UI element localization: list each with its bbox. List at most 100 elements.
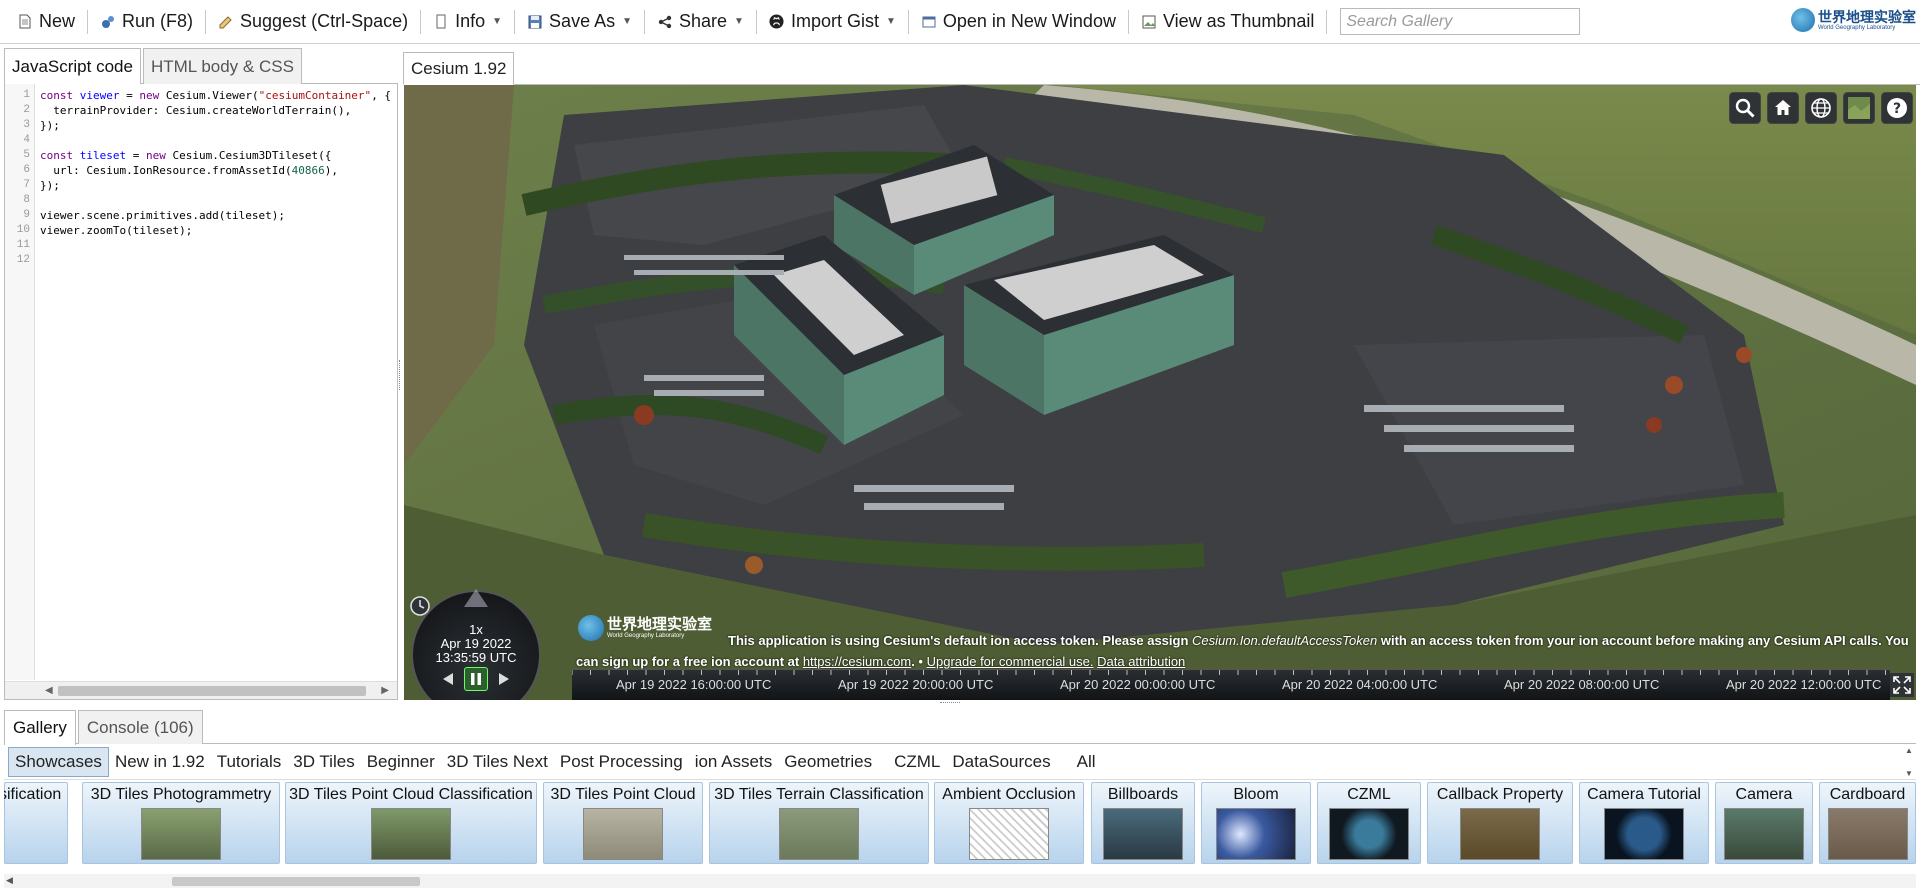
card-title: Callback Property [1436,786,1564,803]
filter-tutorials[interactable]: Tutorials [211,747,288,777]
filter-showcases[interactable]: Showcases [8,746,109,777]
gallery-card[interactable]: Camera Tutorial [1579,782,1709,864]
save-as-button[interactable]: Save As ▼ [518,7,641,37]
gallery-card[interactable]: Ambient Occlusion [934,782,1084,864]
view-as-thumbnail-button[interactable]: View as Thumbnail [1132,7,1323,37]
scroll-right-icon[interactable]: ▶ [381,685,389,696]
tab-console[interactable]: Console (106) [77,710,203,744]
home-button[interactable] [1767,92,1799,124]
gallery-card[interactable]: 3D Tiles Point Cloud [543,782,703,864]
filter-beginner[interactable]: Beginner [361,747,441,777]
line-number: 10 [16,224,30,236]
cesium-link[interactable]: https://cesium.com [803,654,911,669]
clock-icon[interactable] [409,595,431,617]
scroll-down-icon[interactable]: ▼ [1905,769,1913,778]
globe-logo-icon [1791,8,1815,32]
card-title: Camera Tutorial [1587,786,1701,803]
base-layer-picker-button[interactable] [1843,92,1875,124]
tab-javascript-code[interactable]: JavaScript code [4,48,141,85]
help-button[interactable]: ? [1881,92,1913,124]
suggest-icon [218,13,234,31]
filter-ion-assets[interactable]: ion Assets [689,747,779,777]
gallery-card[interactable]: sification [4,782,68,864]
line-number: 2 [23,104,30,116]
new-button[interactable]: New [8,7,84,37]
filter-all[interactable]: All [1071,747,1102,777]
gallery-card[interactable]: Callback Property [1427,782,1573,864]
import-gist-button[interactable]: Import Gist ▼ [760,7,905,37]
fullscreen-button[interactable] [1890,673,1914,697]
gallery-card[interactable]: CZML [1317,782,1421,864]
filter-geometries[interactable]: Geometries [778,747,878,777]
timeline[interactable]: Apr 19 2022 16:00:00 UTC Apr 19 2022 20:… [572,669,1890,700]
scene-mode-button[interactable] [1805,92,1837,124]
divider [87,9,89,34]
upgrade-link[interactable]: Upgrade for commercial use. [927,654,1094,669]
gallery-horizontal-scrollbar[interactable]: ◀ [4,874,1916,888]
card-title: 3D Tiles Point Cloud [550,786,696,803]
gallery-card[interactable]: 3D Tiles Point Cloud Classification [285,782,537,864]
home-icon [1775,100,1791,115]
scroll-left-icon[interactable]: ◀ [6,875,13,886]
filter-datasources[interactable]: DataSources [946,747,1056,777]
info-button[interactable]: Info ▼ [424,7,511,37]
play-forward-button[interactable] [492,667,516,691]
share-button[interactable]: Share ▼ [648,7,753,37]
horizontal-splitter[interactable] [940,702,960,704]
filter-new-in-1-92[interactable]: New in 1.92 [109,747,211,777]
filter-post-processing[interactable]: Post Processing [554,747,689,777]
tab-html-body-css[interactable]: HTML body & CSS [142,48,302,84]
gallery-card[interactable]: Camera [1715,782,1813,864]
card-thumbnail [779,808,859,860]
run-button[interactable]: Run (F8) [91,7,202,37]
divider [1326,9,1328,34]
animation-time: 13:35:59 UTC [435,650,517,665]
play-icon [499,673,509,685]
scrollbar-thumb[interactable] [172,877,420,886]
scroll-left-icon[interactable]: ◀ [45,685,53,696]
gallery-card[interactable]: 3D Tiles Terrain Classification [709,782,929,864]
animation-date: Apr 19 2022 [440,636,512,651]
gallery-card[interactable]: Cardboard [1819,782,1916,864]
card-thumbnail [1827,808,1908,860]
suggest-button[interactable]: Suggest (Ctrl-Space) [209,7,417,37]
card-thumbnail [1460,808,1540,860]
open-new-window-label: Open in New Window [942,11,1116,31]
gallery-card[interactable]: Billboards [1091,782,1195,864]
divider [205,9,207,34]
geocoder-search-button[interactable] [1729,92,1761,124]
save-as-label: Save As [549,11,616,31]
filter-czml[interactable]: CZML [888,747,946,777]
scrollbar-thumb[interactable] [58,686,366,696]
gallery-card[interactable]: 3D Tiles Photogrammetry [82,782,280,864]
divider [755,9,757,34]
data-attribution-link[interactable]: Data attribution [1097,654,1185,669]
search-gallery-input[interactable] [1340,8,1581,35]
filters-vertical-scrollbar[interactable]: ▲ ▼ [1902,746,1916,778]
window-icon [921,13,937,31]
scroll-up-icon[interactable]: ▲ [1905,746,1913,755]
code-content[interactable]: const viewer = new Cesium.Viewer("cesium… [40,88,396,268]
aerial-scene-image [404,85,1916,700]
filter-3d-tiles[interactable]: 3D Tiles [287,747,360,777]
cesium-viewer[interactable]: ? 1x Apr 19 2022 13:35:59 UTC 世界地理实验室 Wo… [404,85,1916,700]
open-new-window-button[interactable]: Open in New Window [912,7,1125,37]
divider [420,9,422,34]
vertical-splitter[interactable] [399,360,401,390]
timeline-label: Apr 19 2022 16:00:00 UTC [616,677,772,692]
pause-button[interactable] [464,667,488,691]
tab-gallery[interactable]: Gallery [4,710,76,745]
code-editor[interactable]: 1 2 3 4 5 6 7 8 9 10 11 12 const viewer … [4,84,398,700]
gallery-card[interactable]: Bloom [1201,782,1311,864]
search-icon [1735,98,1755,118]
filter-3d-tiles-next[interactable]: 3D Tiles Next [441,747,554,777]
code-line: }); [40,119,60,132]
new-label: New [39,11,76,31]
editor-horizontal-scrollbar[interactable]: ◀ ▶ [5,681,397,699]
animation-speed: 1x [469,622,483,637]
play-reverse-button[interactable] [436,667,460,691]
navigation-buttons: ? [1723,92,1913,124]
tab-cesium-viewer[interactable]: Cesium 1.92 [403,52,515,85]
